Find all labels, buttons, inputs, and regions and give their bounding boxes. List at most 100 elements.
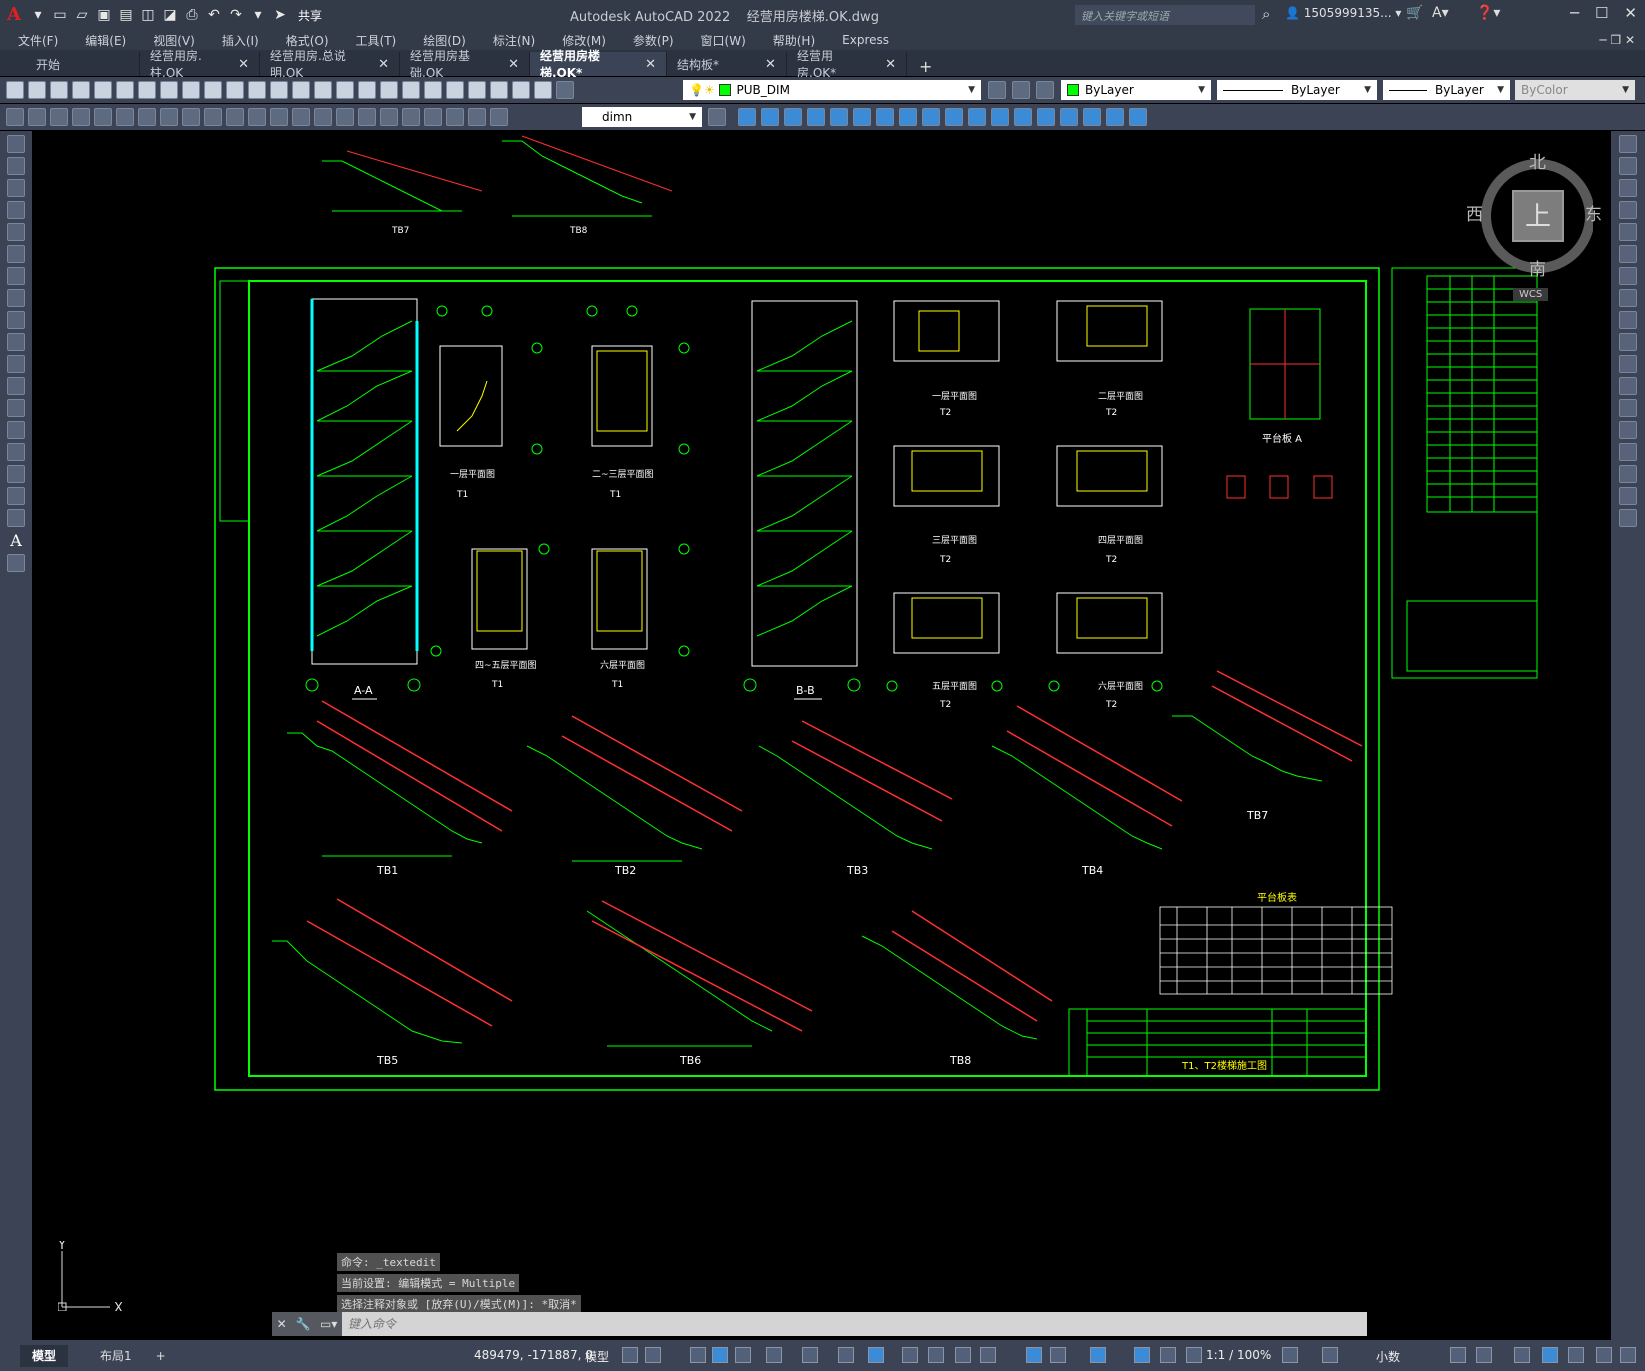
coordinate-readout[interactable]: 489479, -171887, 0 <box>474 1348 593 1362</box>
insert-block-icon[interactable] <box>7 377 25 395</box>
modify-icon[interactable] <box>830 108 848 126</box>
quick-properties-icon[interactable] <box>1450 1347 1466 1363</box>
copy-icon[interactable] <box>1619 157 1637 175</box>
close-icon[interactable]: ✕ <box>645 57 656 72</box>
region-icon[interactable] <box>7 487 25 505</box>
command-input[interactable] <box>342 1313 1367 1335</box>
inspect-icon[interactable] <box>402 108 420 126</box>
stretch-icon[interactable] <box>1619 311 1637 329</box>
linetype-select[interactable]: ByLayer ▼ <box>1217 80 1377 100</box>
tool-palettes-icon[interactable] <box>446 81 464 99</box>
annotation-scale[interactable]: 1:1 / 100% <box>1206 1348 1271 1362</box>
break-icon[interactable] <box>1619 399 1637 417</box>
close-icon[interactable]: ✕ <box>885 57 896 72</box>
modify-icon[interactable] <box>1083 108 1101 126</box>
layer-previous-icon[interactable] <box>1012 81 1030 99</box>
dim-space-icon[interactable] <box>314 108 332 126</box>
modify-icon[interactable] <box>738 108 756 126</box>
object-snap-icon[interactable] <box>868 1347 884 1363</box>
modify-icon[interactable] <box>1129 108 1147 126</box>
osnap-icon[interactable] <box>838 1347 854 1363</box>
menu-draw[interactable]: 绘图(D) <box>423 32 466 49</box>
selection-filter-icon[interactable] <box>1050 1347 1066 1363</box>
otrack-icon[interactable] <box>802 1347 818 1363</box>
radius-icon[interactable] <box>160 108 178 126</box>
menu-express[interactable]: Express <box>842 33 889 47</box>
autocad-logo-icon[interactable]: A <box>4 6 24 24</box>
close-icon[interactable]: ✕ <box>277 1317 287 1331</box>
close-icon[interactable]: ✕ <box>508 57 519 72</box>
properties-icon[interactable] <box>402 81 420 99</box>
blend-icon[interactable] <box>1619 487 1637 505</box>
zoom-window-icon[interactable] <box>358 81 376 99</box>
wcs-menu[interactable]: WCS <box>1513 288 1549 301</box>
grid-icon[interactable] <box>622 1347 638 1363</box>
move-icon[interactable] <box>1619 245 1637 263</box>
ordinate-icon[interactable] <box>138 108 156 126</box>
close-icon[interactable]: ✕ <box>238 57 249 72</box>
isolate-objects-icon[interactable] <box>1514 1347 1530 1363</box>
paste-icon[interactable] <box>204 81 222 99</box>
doc-window-controls-icon[interactable]: ─ ❐ ✕ <box>1599 33 1635 47</box>
rotate-icon[interactable] <box>1619 267 1637 285</box>
aligned-dim-icon[interactable] <box>94 108 112 126</box>
layer-properties-icon[interactable] <box>556 81 574 99</box>
pan-icon[interactable] <box>314 81 332 99</box>
chamfer-icon[interactable] <box>1619 443 1637 461</box>
menu-window[interactable]: 窗口(W) <box>701 32 746 49</box>
trim-icon[interactable] <box>1619 333 1637 351</box>
tab-start[interactable]: 开始 <box>0 52 140 76</box>
cut-icon[interactable] <box>160 81 178 99</box>
make-block-icon[interactable] <box>7 399 25 417</box>
search-input[interactable]: 键入关键字或短语 <box>1075 5 1255 25</box>
maximize-icon[interactable]: ☐ <box>1595 4 1608 22</box>
modify-icon[interactable] <box>876 108 894 126</box>
redo-icon[interactable]: ↷ <box>228 7 244 23</box>
undo-icon[interactable] <box>270 81 288 99</box>
dim-edit-icon[interactable] <box>446 108 464 126</box>
dynamic-ucs-icon[interactable] <box>1026 1347 1042 1363</box>
table-icon[interactable] <box>7 509 25 527</box>
new-icon[interactable] <box>6 81 24 99</box>
angular-icon[interactable] <box>226 108 244 126</box>
publish-icon[interactable] <box>116 81 134 99</box>
modify-icon[interactable] <box>991 108 1009 126</box>
spline-icon[interactable] <box>7 311 25 329</box>
graphics-performance-icon[interactable] <box>1542 1347 1558 1363</box>
jogged-icon[interactable] <box>182 108 200 126</box>
modify-icon[interactable] <box>761 108 779 126</box>
join-icon[interactable] <box>1619 421 1637 439</box>
menu-file[interactable]: 文件(F) <box>18 32 58 49</box>
modify-icon[interactable] <box>945 108 963 126</box>
gizmo-icon[interactable] <box>1090 1347 1106 1363</box>
mtext-icon[interactable]: A <box>0 531 32 550</box>
minimize-icon[interactable]: ─ <box>1570 4 1579 22</box>
infer-icon[interactable] <box>690 1347 706 1363</box>
gradient-icon[interactable] <box>7 465 25 483</box>
tab-file[interactable]: 经营用房.总说明.OK ✕ <box>260 49 400 80</box>
zoom-previous-icon[interactable] <box>380 81 398 99</box>
polar-icon[interactable] <box>735 1347 751 1363</box>
make-current-icon[interactable] <box>988 81 1006 99</box>
block-editor-icon[interactable] <box>248 81 266 99</box>
selection-cycling-icon[interactable] <box>955 1347 971 1363</box>
polygon-icon[interactable] <box>7 201 25 219</box>
circle-icon[interactable] <box>7 267 25 285</box>
dimstyle-select[interactable]: dimn ▼ <box>582 107 702 127</box>
center-mark-icon[interactable] <box>380 108 398 126</box>
markup-icon[interactable] <box>490 81 508 99</box>
offset-icon[interactable] <box>1619 201 1637 219</box>
workspace-gear-icon[interactable] <box>1282 1347 1298 1363</box>
autodesk-a360-icon[interactable]: A▾ <box>1432 5 1449 21</box>
add-layout-icon[interactable]: + <box>144 1345 178 1367</box>
save-icon[interactable] <box>50 81 68 99</box>
zoom-realtime-icon[interactable] <box>336 81 354 99</box>
isodraft-icon[interactable] <box>766 1347 782 1363</box>
point-icon[interactable] <box>7 421 25 439</box>
modify-icon[interactable] <box>968 108 986 126</box>
menu-help[interactable]: 帮助(H) <box>773 32 815 49</box>
new-tab-icon[interactable]: + <box>907 57 944 76</box>
match-prop-icon[interactable] <box>226 81 244 99</box>
save-as-icon[interactable]: ▤ <box>118 7 134 23</box>
plotstyle-select[interactable]: ByColor ▼ <box>1515 80 1635 100</box>
